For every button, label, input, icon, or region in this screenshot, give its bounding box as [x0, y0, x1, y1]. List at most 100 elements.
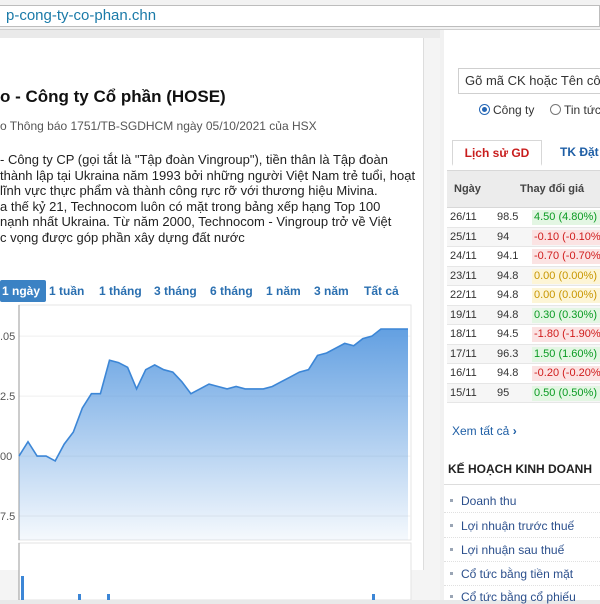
stock-search-input[interactable]: Gõ mã CK hoặc Tên cô: [458, 68, 600, 94]
price-chart[interactable]: .05 2.5 00 7.5: [0, 300, 424, 600]
volume-bar: [78, 594, 81, 600]
tab-order-stats[interactable]: TK Đặt: [550, 140, 600, 166]
url-field[interactable]: p-cong-ty-co-phan.chn: [0, 5, 600, 27]
trading-history-table: Ngày Thay đổi giá 26/11 98.5 4.50 (4.80%) 2…: [447, 170, 600, 403]
table-row: 22/11 94.8 0.00 (0.00%): [447, 286, 600, 306]
chevron-right-icon: ›: [512, 424, 517, 438]
cell-date: 25/11: [450, 230, 477, 243]
cell-date: 22/11: [450, 289, 477, 301]
radio-news-label: Tin tức: [564, 103, 600, 117]
cell-change: 0.00 (0.00%): [534, 289, 597, 301]
table-row: 26/11 98.5 4.50 (4.80%): [447, 208, 600, 228]
tab-trading-history[interactable]: Lịch sử GD: [452, 140, 542, 166]
plan-item-label: Doanh thu: [461, 494, 517, 508]
bullet-icon: [450, 499, 453, 502]
cell-date: 16/11: [450, 367, 477, 379]
range-all[interactable]: Tất cả: [364, 280, 399, 302]
company-listing-note: o Thông báo 1751/TB-SGDHCM ngày 05/10/20…: [0, 119, 317, 133]
cell-change: 0.30 (0.30%): [534, 308, 597, 321]
range-1-month[interactable]: 1 tháng: [99, 280, 142, 302]
cell-price: 96.3: [497, 347, 519, 360]
radio-company[interactable]: Công ty: [479, 103, 534, 117]
volume-bar: [107, 594, 110, 600]
see-all-label: Xem tất cả: [452, 424, 510, 438]
divider: [444, 484, 600, 485]
table-row: 17/11 96.3 1.50 (1.60%): [447, 344, 600, 364]
description-line: lĩnh vực thực phẩm và thành công rực rỡ …: [0, 183, 378, 199]
plan-item-label: Lợi nhuận sau thuế: [461, 543, 565, 557]
divider: [444, 585, 600, 586]
range-3-months[interactable]: 3 tháng: [154, 280, 197, 302]
cell-price: 94.8: [497, 308, 519, 321]
range-1-day[interactable]: 1 ngày: [0, 280, 47, 302]
description-line: c vọng được góp phần xây dựng đất nước: [0, 229, 245, 245]
bullet-icon: [450, 595, 453, 598]
cell-change: 0.00 (0.00%): [534, 269, 597, 282]
cell-price: 95: [497, 386, 510, 399]
description-line: nạnh nhất Ukraina. Từ năm 2000, Technoco…: [0, 214, 392, 230]
company-description: - Công ty CP (gọi tắt là "Tập đoàn Vingr…: [0, 152, 420, 246]
table-row: 16/11 94.8 -0.20 (-0.20%): [447, 364, 600, 384]
plan-item-cash-dividend[interactable]: Cổ tức bằng tiền mặt: [450, 567, 573, 581]
divider: [444, 512, 600, 513]
radio-company-label: Công ty: [493, 103, 535, 117]
plan-item-label: Cổ tức bằng cổ phiếu: [461, 590, 576, 604]
divider: [444, 561, 600, 562]
cell-date: 26/11: [450, 211, 477, 223]
header-change: Thay đổi giá: [520, 183, 585, 195]
table-row: 18/11 94.5 -1.80 (-1.90%): [447, 325, 600, 345]
y-tick-label: .05: [0, 331, 15, 343]
cell-price: 94.8: [497, 289, 519, 301]
range-6-months[interactable]: 6 tháng: [210, 280, 253, 302]
table-row: 19/11 94.8 0.30 (0.30%): [447, 305, 600, 325]
plan-item-stock-dividend[interactable]: Cổ tức bằng cổ phiếu: [450, 590, 576, 604]
range-1-year[interactable]: 1 năm: [266, 280, 301, 302]
cell-change: -0.20 (-0.20%): [534, 367, 600, 379]
plan-item-label: Lợi nhuận trước thuế: [461, 519, 575, 533]
volume-bar: [21, 576, 24, 600]
volume-bar: [372, 594, 375, 600]
table-row: 15/11 95 0.50 (0.50%): [447, 383, 600, 403]
description-line: - Công ty CP (gọi tắt là "Tập đoàn Vingr…: [0, 152, 388, 167]
y-tick-label: 00: [0, 451, 12, 463]
cell-price: 94.5: [497, 328, 519, 340]
plan-item-profit-after-tax[interactable]: Lợi nhuận sau thuế: [450, 543, 564, 557]
cell-change: -0.70 (-0.70%): [534, 250, 600, 262]
company-title: o - Công ty Cổ phần (HOSE): [0, 87, 226, 106]
cell-price: 94.1: [497, 250, 519, 262]
radio-selected-icon[interactable]: [479, 104, 490, 115]
bullet-icon: [450, 524, 453, 527]
table-row: 23/11 94.8 0.00 (0.00%): [447, 266, 600, 286]
volume-panel: [18, 542, 412, 600]
chart-y-ticks: .05 2.5 00 7.5: [0, 331, 15, 523]
radio-unselected-icon[interactable]: [550, 104, 561, 115]
see-all-link[interactable]: Xem tất cả ›: [452, 424, 517, 438]
range-1-week[interactable]: 1 tuần: [49, 280, 84, 302]
table-body: 26/11 98.5 4.50 (4.80%) 25/11 94 -0.10 (-0.10…: [447, 208, 600, 403]
top-strip: [0, 30, 440, 38]
description-line: thành lập tại Ukraina năm 1993 bởi những…: [0, 167, 416, 183]
table-row: 25/11 94 -0.10 (-0.10%): [447, 227, 600, 247]
cell-price: 94.8: [497, 269, 519, 282]
table-row: 24/11 94.1 -0.70 (-0.70%): [447, 247, 600, 267]
y-tick-label: 2.5: [0, 391, 15, 403]
cell-date: 19/11: [450, 308, 477, 321]
plan-item-profit-before-tax[interactable]: Lợi nhuận trước thuế: [450, 519, 574, 533]
radio-news[interactable]: Tin tức: [550, 103, 600, 117]
cell-change: -1.80 (-1.90%): [534, 328, 600, 340]
plan-item-revenue[interactable]: Doanh thu: [450, 494, 516, 508]
range-3-years[interactable]: 3 năm: [314, 280, 349, 302]
cell-price: 94.8: [497, 367, 519, 379]
cell-date: 17/11: [450, 347, 477, 360]
header-date: Ngày: [454, 183, 481, 195]
cell-change: 0.50 (0.50%): [534, 386, 597, 399]
chart-range-selector: 1 ngày 1 tuần 1 tháng 3 tháng 6 tháng 1 …: [0, 280, 424, 302]
divider: [444, 537, 600, 538]
description-line: a thế kỷ 21, Technocom luôn có mặt trong…: [0, 198, 381, 214]
cell-date: 23/11: [450, 269, 477, 282]
cell-date: 24/11: [450, 250, 477, 262]
cell-change: 1.50 (1.60%): [534, 347, 597, 360]
bullet-icon: [450, 572, 453, 575]
y-tick-label: 7.5: [0, 511, 15, 523]
business-plan-heading: KẾ HOẠCH KINH DOANH: [448, 462, 592, 476]
